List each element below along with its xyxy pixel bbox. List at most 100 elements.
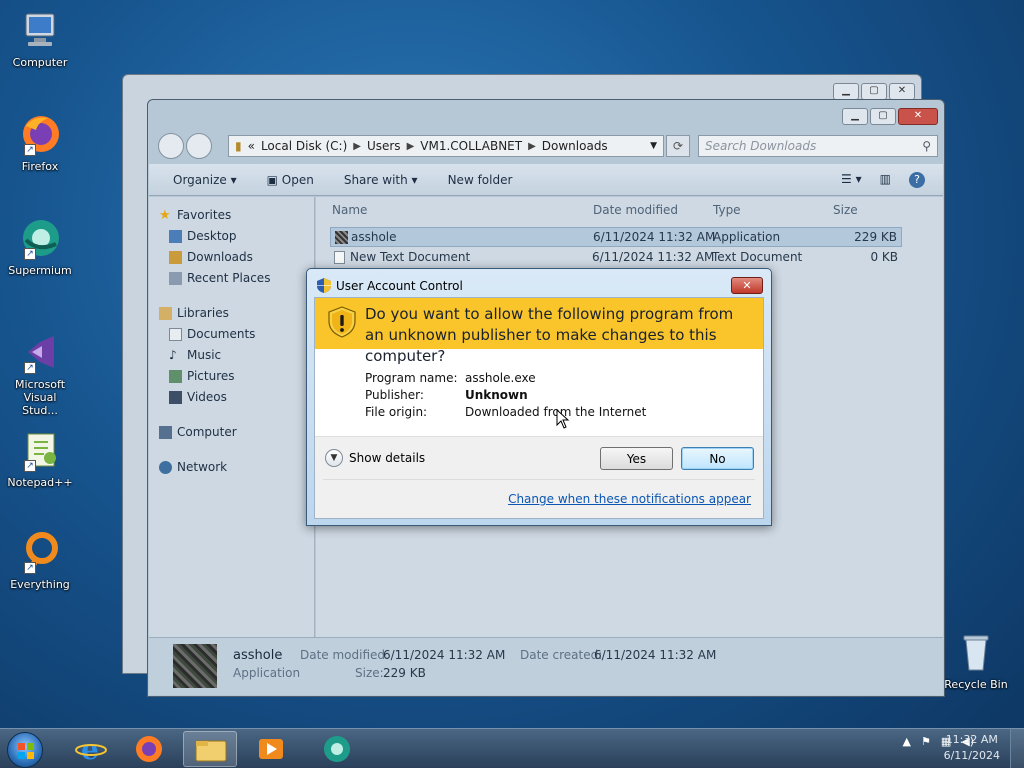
- close-icon[interactable]: ✕: [898, 108, 938, 125]
- clock[interactable]: 11:32 AM 6/11/2024: [944, 732, 1000, 764]
- publisher-value: Unknown: [465, 388, 528, 402]
- close-button[interactable]: ✕: [731, 277, 763, 294]
- taskbar-internet-explorer[interactable]: e: [64, 731, 118, 767]
- recycle-bin-icon: [954, 630, 998, 674]
- maximize-icon[interactable]: ▢: [861, 83, 887, 100]
- nav-computer[interactable]: Computer: [149, 422, 314, 443]
- address-bar[interactable]: ▮ « Local Disk (C:) ▶ Users ▶ VM1.COLLAB…: [228, 135, 664, 157]
- close-icon: ✕: [742, 279, 752, 292]
- desktop-icon-visual-studio[interactable]: ↗ Microsoft Visual Stud...: [4, 330, 76, 417]
- yes-button[interactable]: Yes: [600, 447, 673, 470]
- nav-pictures[interactable]: Pictures: [149, 366, 314, 387]
- taskbar-supermium[interactable]: [310, 731, 364, 767]
- breadcrumb-local-disk[interactable]: Local Disk (C:): [261, 139, 347, 153]
- clock-date: 6/11/2024: [943, 749, 1000, 762]
- maximize-icon[interactable]: ▢: [870, 108, 896, 125]
- table-row[interactable]: asshole 6/11/2024 11:32 AM Application 2…: [330, 227, 902, 247]
- column-header-type[interactable]: Type: [713, 203, 741, 217]
- chevron-right-icon[interactable]: ▶: [407, 141, 415, 152]
- file-size: 0 KB: [870, 250, 898, 264]
- forward-button[interactable]: [186, 133, 212, 159]
- table-row[interactable]: New Text Document 6/11/2024 11:32 AM Tex…: [330, 248, 902, 268]
- share-with-button[interactable]: Share with ▾: [344, 173, 418, 187]
- mouse-cursor-icon: [556, 409, 570, 429]
- dialog-title: User Account Control: [317, 278, 463, 293]
- uac-question: Do you want to allow the following progr…: [365, 305, 734, 365]
- nav-downloads[interactable]: Downloads: [149, 247, 314, 268]
- desktop-icon-computer[interactable]: Computer: [4, 8, 76, 69]
- warning-banner: Do you want to allow the following progr…: [315, 298, 763, 365]
- open-label: Open: [281, 172, 314, 187]
- notepad-plus-plus-icon: ↗: [18, 428, 62, 472]
- nav-desktop[interactable]: Desktop: [149, 226, 314, 247]
- chevron-down-icon[interactable]: ▼: [650, 141, 663, 151]
- tray-overflow-icon[interactable]: ▲: [902, 735, 910, 748]
- search-input[interactable]: Search Downloads ⚲: [698, 135, 938, 157]
- column-header-date[interactable]: Date modified: [593, 203, 678, 217]
- open-button[interactable]: ▣ Open: [267, 173, 314, 187]
- shortcut-arrow-icon: ↗: [24, 362, 36, 374]
- desktop-icon-everything[interactable]: ↗ Everything: [4, 530, 76, 591]
- file-origin-value: Downloaded from the Internet: [465, 405, 647, 419]
- back-button[interactable]: [158, 133, 184, 159]
- nav-documents[interactable]: Documents: [149, 324, 314, 345]
- breadcrumb-user-folder[interactable]: VM1.COLLABNET: [420, 139, 522, 153]
- show-details-toggle[interactable]: ▼ Show details: [325, 449, 425, 467]
- refresh-icon[interactable]: ⟳: [666, 135, 690, 157]
- details-date-modified: 6/11/2024 11:32 AM: [383, 648, 506, 662]
- column-header-name[interactable]: Name: [332, 203, 367, 217]
- show-details-label: Show details: [349, 451, 426, 465]
- new-folder-button[interactable]: New folder: [448, 173, 513, 187]
- desktop-icon-label: Computer: [12, 56, 68, 69]
- breadcrumb-downloads[interactable]: Downloads: [542, 139, 608, 153]
- show-desktop-button[interactable]: [1010, 729, 1024, 768]
- nav-favorites[interactable]: ★ Favorites: [149, 205, 314, 226]
- dialog-title-text: User Account Control: [336, 278, 463, 293]
- desktop-icon-label: Everything: [10, 578, 70, 591]
- taskbar-firefox[interactable]: [122, 731, 176, 767]
- desktop-icon-label: Notepad++: [7, 476, 73, 489]
- uac-dialog[interactable]: User Account Control ✕ Do you want to al…: [306, 268, 772, 526]
- preview-pane-icon[interactable]: ▥: [880, 172, 891, 188]
- nav-recent-places[interactable]: Recent Places: [149, 268, 314, 289]
- notification-settings-link[interactable]: Change when these notifications appear: [508, 492, 751, 506]
- start-button[interactable]: [7, 732, 43, 768]
- no-button[interactable]: No: [681, 447, 754, 470]
- organize-button[interactable]: Organize ▾: [173, 173, 237, 187]
- file-thumbnail: [173, 644, 217, 688]
- nav-music[interactable]: ♪ Music: [149, 345, 314, 366]
- file-name: New Text Document: [350, 250, 471, 264]
- nav-label: Recent Places: [187, 271, 271, 285]
- minimize-icon[interactable]: ▁: [842, 108, 868, 125]
- minimize-icon[interactable]: ▁: [833, 83, 859, 100]
- file-name: asshole: [351, 230, 397, 244]
- folder-icon: ▮: [235, 139, 242, 153]
- desktop-icon: [169, 230, 182, 243]
- file-type: Text Document: [712, 250, 803, 264]
- details-pane: asshole Application Date modified: 6/11/…: [149, 637, 943, 695]
- nav-videos[interactable]: Videos: [149, 387, 314, 408]
- command-bar: Organize ▾ ▣ Open Share with ▾ New folde…: [149, 164, 943, 196]
- chevron-right-icon[interactable]: ▶: [528, 141, 536, 152]
- desktop-icon-recycle-bin[interactable]: Recycle Bin: [940, 630, 1012, 691]
- desktop-icon-notepad-plus-plus[interactable]: ↗ Notepad++: [4, 428, 76, 489]
- taskbar-media-player[interactable]: [244, 731, 298, 767]
- breadcrumb-users[interactable]: Users: [367, 139, 401, 153]
- details-label: Date modified:: [300, 648, 390, 662]
- desktop-icon-supermium[interactable]: ↗ Supermium: [4, 216, 76, 277]
- everything-icon: ↗: [18, 530, 62, 574]
- close-icon[interactable]: ✕: [889, 83, 915, 100]
- action-center-flag-icon[interactable]: ⚑: [921, 735, 931, 748]
- breadcrumb-overflow[interactable]: «: [248, 139, 255, 153]
- nav-libraries[interactable]: Libraries: [149, 303, 314, 324]
- column-header-size[interactable]: Size: [833, 203, 858, 217]
- taskbar-windows-explorer[interactable]: [183, 731, 237, 767]
- help-icon[interactable]: ?: [909, 171, 925, 188]
- desktop-icon-firefox[interactable]: ↗ Firefox: [4, 112, 76, 173]
- view-options-icon[interactable]: ☰ ▾: [841, 172, 862, 188]
- chevron-right-icon[interactable]: ▶: [353, 141, 361, 152]
- nav-network[interactable]: Network: [149, 457, 314, 478]
- downloads-icon: [169, 251, 182, 264]
- svg-text:e: e: [81, 733, 99, 766]
- firefox-icon: [136, 736, 162, 762]
